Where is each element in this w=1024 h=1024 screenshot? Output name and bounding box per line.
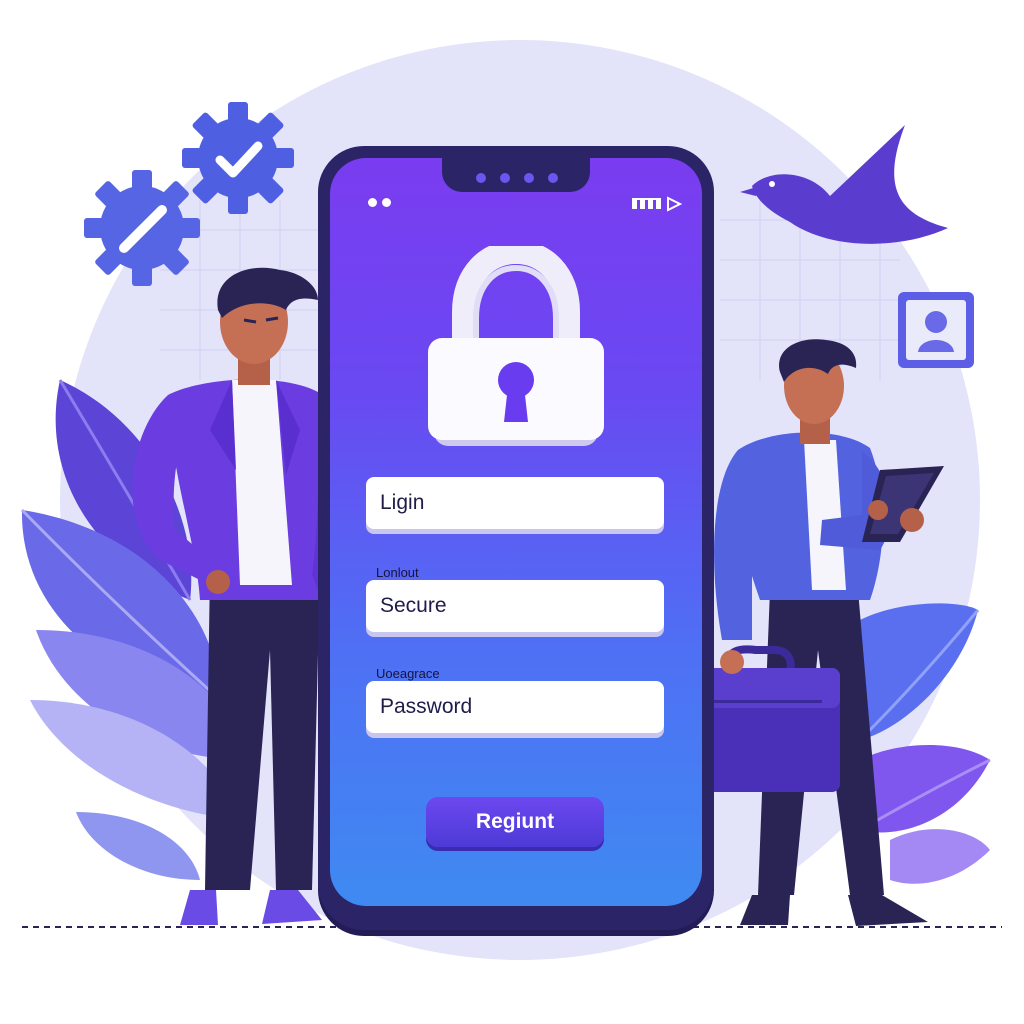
gear-slash-icon [84,170,200,286]
field-caption: Lonlout [376,565,419,580]
password-field[interactable]: Password [366,681,664,733]
notch-dot [500,173,510,183]
gear-check-icon [182,102,294,214]
phone-screen: Ligin Lonlout Secure Uoeagrace Password … [330,158,702,906]
user-icon [898,292,974,368]
play-icon [667,196,683,212]
notch-dot [524,173,534,183]
login-field-text: Ligin [380,491,425,514]
field-caption: Uoeagrace [376,666,440,681]
status-icons [632,196,683,212]
secure-field-text: Secure [380,594,447,617]
signal-icon [632,198,661,209]
illustration-canvas: Ligin Lonlout Secure Uoeagrace Password … [0,0,1024,1024]
notch-dot [476,173,486,183]
submit-button[interactable]: Regiunt [426,797,604,847]
phone-notch [442,158,590,192]
status-dot [368,198,377,207]
secure-field[interactable]: Secure [366,580,664,632]
login-field[interactable]: Ligin [366,477,664,529]
status-dot [382,198,391,207]
notch-dot [548,173,558,183]
password-field-text: Password [380,695,473,718]
padlock-icon [428,246,604,446]
phone-frame: Ligin Lonlout Secure Uoeagrace Password … [318,146,714,930]
